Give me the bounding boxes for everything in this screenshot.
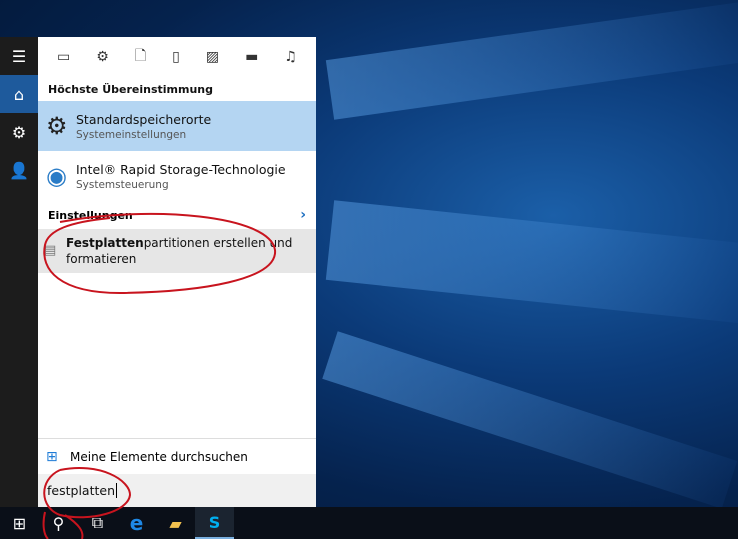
match-text: Festplatten — [66, 236, 144, 250]
start-sidebar: ☰ ⌂ ⚙ 👤 — [0, 37, 38, 507]
result-festplattenpartitionen[interactable]: ▤ Festplattenpartitionen erstellen und f… — [38, 229, 316, 273]
settings-icon[interactable]: ⚙ — [0, 113, 38, 151]
gear-icon[interactable]: ⚙ — [96, 49, 109, 65]
text-caret — [116, 483, 117, 498]
menu-icon[interactable]: ☰ — [0, 37, 38, 75]
result-title: Standardspeicherorte — [76, 111, 212, 127]
result-subtitle: Systemsteuerung — [76, 178, 169, 191]
result-standardspeicherorte[interactable]: ⚙ Standardspeicherorte Systemeinstellunge… — [38, 101, 316, 151]
wallpaper-beam — [325, 1, 738, 120]
chevron-right-icon[interactable]: › — [300, 207, 306, 223]
file-explorer-icon[interactable]: ▰ — [156, 507, 195, 539]
music-icon[interactable]: ♫ — [284, 49, 297, 65]
settings-section-header[interactable]: Einstellungen › — [38, 201, 316, 229]
result-title: Intel® Rapid Storage-Technologie — [76, 161, 286, 177]
best-match-header: Höchste Übereinstimmung — [48, 83, 213, 96]
image-icon[interactable]: ▨ — [206, 49, 219, 65]
home-icon[interactable]: ⌂ — [0, 75, 38, 113]
windows-icon: ⊞ — [46, 448, 58, 465]
video-icon[interactable]: ▬ — [245, 49, 258, 65]
task-view-icon[interactable]: ⧉ — [78, 507, 117, 539]
start-icon[interactable]: ⊞ — [0, 507, 39, 539]
search-my-stuff-button[interactable]: ⊞ Meine Elemente durchsuchen — [38, 438, 316, 474]
filter-bar: ▭ ⚙ 🗋 ▯ ▨ ▬ ♫ — [38, 37, 316, 77]
result-intel-rst[interactable]: ◉ Intel® Rapid Storage-Technologie System… — [38, 151, 316, 201]
disk-management-icon: ▤ — [44, 243, 57, 258]
skype-icon[interactable]: S — [195, 507, 234, 539]
my-stuff-label: Meine Elemente durchsuchen — [70, 449, 248, 464]
search-text: festplatten — [47, 483, 115, 498]
edge-icon[interactable]: e — [117, 507, 156, 539]
taskbar: ⊞ ⚲ ⧉ e ▰ S — [0, 507, 738, 539]
intel-rst-icon: ◉ — [46, 162, 67, 190]
section-title: Einstellungen — [48, 208, 133, 222]
wallpaper-beam — [322, 331, 738, 509]
gear-icon: ⚙ — [46, 112, 68, 140]
result-subtitle: Systemeinstellungen — [76, 128, 187, 141]
search-results-panel: ▭ ⚙ 🗋 ▯ ▨ ▬ ♫ Höchste Übereinstimmung ⚙ … — [38, 37, 316, 507]
device-icon[interactable]: ▯ — [172, 49, 180, 65]
search-input[interactable]: festplatten — [38, 474, 316, 507]
tablet-icon[interactable]: ▭ — [57, 49, 70, 65]
feedback-icon[interactable]: 👤 — [0, 151, 38, 189]
search-icon[interactable]: ⚲ — [39, 507, 78, 539]
document-icon[interactable]: 🗋 — [135, 45, 146, 69]
wallpaper-beam — [325, 200, 738, 324]
